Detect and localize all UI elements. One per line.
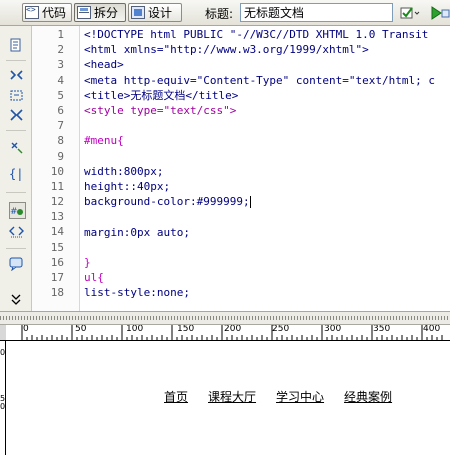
more-icon[interactable] bbox=[9, 292, 24, 307]
line-number: 10 bbox=[50, 164, 64, 178]
ruler-label: 100 bbox=[126, 325, 144, 334]
title-input[interactable] bbox=[240, 3, 393, 22]
ruler-label: 50 bbox=[75, 325, 87, 334]
menu-link-home[interactable]: 首页 bbox=[164, 388, 188, 405]
code-line[interactable]: height::40px; bbox=[84, 179, 170, 194]
ruler-label: 350 bbox=[373, 325, 391, 334]
line-number: 17 bbox=[50, 271, 64, 284]
line-number: 6 bbox=[57, 103, 64, 117]
balance-braces-icon[interactable] bbox=[9, 108, 24, 123]
code-line: background-color:#999999; bbox=[84, 195, 250, 209]
line-number: 13 bbox=[50, 210, 64, 224]
line-number: 11 bbox=[50, 179, 64, 193]
select-parent-tag-icon[interactable] bbox=[9, 88, 24, 103]
browser-check-icon[interactable] bbox=[400, 5, 420, 21]
code-line[interactable]: ul{ bbox=[84, 270, 104, 285]
syntax-coloring-icon[interactable]: # bbox=[9, 202, 26, 219]
line-number-gutter: 1 2 3 4 5 6 7 8 9 10 11 12 13 14 15 16 1… bbox=[32, 26, 80, 311]
code-line[interactable]: } bbox=[84, 255, 91, 270]
split-view-button[interactable]: 拆分 bbox=[74, 3, 126, 22]
expand-all-icon[interactable] bbox=[9, 68, 24, 83]
recent-snippets-icon[interactable] bbox=[9, 256, 24, 271]
split-view-divider[interactable] bbox=[0, 311, 450, 325]
design-view-canvas[interactable]: 首页 课程大厅 学习中心 经典案例 bbox=[6, 341, 450, 455]
code-line[interactable]: <!DOCTYPE html PUBLIC "-//W3C//DTD XHTML… bbox=[84, 27, 428, 42]
title-label: 标题: bbox=[205, 7, 234, 21]
code-view-icon bbox=[25, 5, 39, 19]
nav-menu: 首页 课程大厅 学习中心 经典案例 bbox=[164, 388, 412, 405]
code-view-button[interactable]: 代码 bbox=[22, 3, 72, 22]
line-number: 18 bbox=[50, 286, 64, 300]
line-numbers-icon[interactable] bbox=[9, 140, 24, 155]
line-number: 14 bbox=[50, 225, 64, 239]
coding-toolbar: {|} # bbox=[0, 26, 32, 311]
code-line[interactable]: <meta http-equiv="Content-Type" content=… bbox=[84, 73, 435, 88]
design-view-label: 设计 bbox=[148, 6, 173, 20]
line-number: 9 bbox=[57, 149, 64, 163]
code-line[interactable]: <style type="text/css"> bbox=[84, 103, 236, 118]
line-number: 16 bbox=[50, 255, 64, 269]
menu-link-learning-center[interactable]: 学习中心 bbox=[276, 388, 324, 405]
highlight-invalid-icon[interactable]: {|} bbox=[9, 166, 24, 181]
code-line[interactable]: margin:0px auto; bbox=[84, 225, 190, 240]
text-caret bbox=[249, 196, 251, 209]
ruler-label: 300 bbox=[324, 325, 342, 334]
ruler-label: 400 bbox=[423, 325, 441, 334]
code-line[interactable]: #menu{ bbox=[84, 133, 124, 148]
code-line[interactable]: list-style:none; bbox=[84, 285, 190, 300]
code-line[interactable]: <head> bbox=[84, 57, 124, 72]
design-view-button[interactable]: 设计 bbox=[128, 3, 182, 22]
line-number: 1 bbox=[57, 28, 64, 41]
ruler-label: 0 bbox=[0, 402, 6, 411]
svg-text:{|}: {|} bbox=[9, 167, 24, 181]
line-number: 12 bbox=[50, 195, 64, 209]
open-document-icon[interactable] bbox=[9, 38, 24, 53]
line-number: 2 bbox=[57, 43, 64, 57]
preview-icon[interactable] bbox=[430, 5, 450, 21]
ruler-label: 150 bbox=[177, 325, 195, 334]
menu-link-courses[interactable]: 课程大厅 bbox=[208, 388, 256, 405]
code-line[interactable]: <html xmlns="http://www.w3.org/1999/xhtm… bbox=[84, 42, 369, 57]
design-view-icon bbox=[131, 6, 145, 19]
ruler-label: 200 bbox=[224, 325, 242, 334]
svg-text:#: # bbox=[10, 207, 18, 217]
horizontal-ruler[interactable]: 0 50 100 150 200 250 300 350 400 bbox=[6, 325, 450, 341]
ruler-label: 0 bbox=[23, 325, 29, 334]
split-view-label: 拆分 bbox=[94, 6, 119, 20]
line-number: 7 bbox=[57, 119, 64, 133]
line-number: 8 bbox=[57, 134, 64, 148]
ruler-label: 250 bbox=[272, 325, 290, 334]
line-number: 15 bbox=[50, 240, 64, 254]
code-line[interactable]: width:800px; bbox=[84, 164, 163, 179]
line-number: 3 bbox=[57, 58, 64, 72]
wrap-tag-icon[interactable] bbox=[9, 224, 24, 239]
ruler-label: 0 bbox=[0, 348, 6, 357]
code-line[interactable]: <title>无标题文档</title> bbox=[84, 88, 238, 103]
line-number: 4 bbox=[57, 73, 64, 87]
document-toolbar: 代码 拆分 设计 标题: bbox=[0, 0, 450, 26]
splitter-grip[interactable] bbox=[0, 316, 450, 320]
line-number: 5 bbox=[57, 88, 64, 102]
menu-link-classic-cases[interactable]: 经典案例 bbox=[344, 388, 392, 405]
split-view-icon bbox=[77, 6, 91, 19]
code-view-label: 代码 bbox=[42, 6, 67, 20]
code-editor[interactable]: <!DOCTYPE html PUBLIC "-//W3C//DTD XHTML… bbox=[80, 26, 450, 311]
code-line-with-caret[interactable]: background-color:#999999; bbox=[84, 194, 251, 209]
